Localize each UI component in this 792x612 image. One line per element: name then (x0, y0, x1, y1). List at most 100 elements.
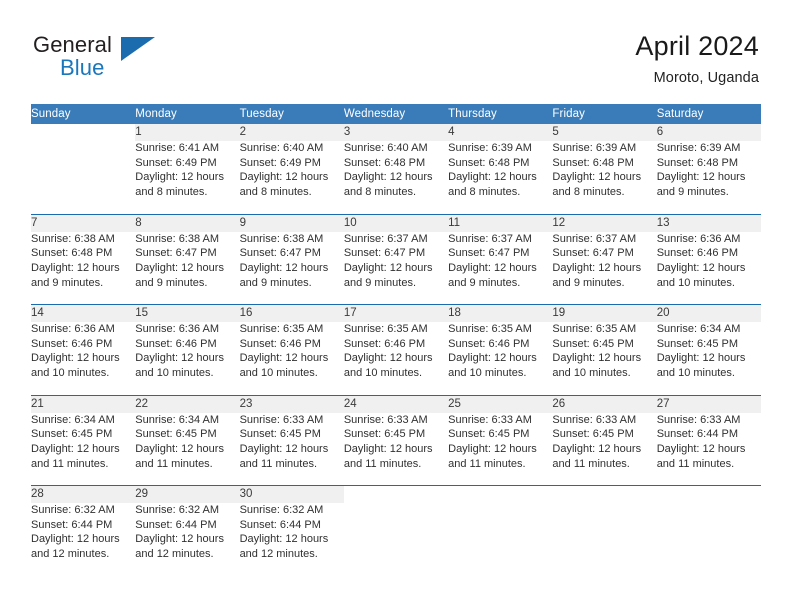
daylight-text-line2: and 9 minutes. (135, 276, 208, 289)
daylight-text-line2: and 11 minutes. (448, 457, 526, 470)
day-number-cell[interactable]: 12 (552, 213, 657, 232)
daylight-text-line2: and 8 minutes. (135, 186, 208, 199)
day-number-cell[interactable]: 5 (552, 124, 657, 141)
day-number-cell[interactable]: 17 (343, 304, 449, 322)
day-number-cell[interactable]: 27 (656, 394, 761, 413)
day-number-cell[interactable]: 7 (31, 213, 136, 232)
day-detail-cell: Sunrise: 6:32 AM Sunset: 6:44 PM Daylight:… (239, 503, 344, 576)
sunset-text: Sunset: 6:45 PM (31, 428, 113, 441)
sunset-text: Sunset: 6:45 PM (239, 428, 321, 441)
calendar-table: Sunday Monday Tuesday Wednesday Thursday… (31, 104, 761, 576)
day-number-cell[interactable]: 21 (31, 394, 136, 413)
sunrise-text: Sunrise: 6:33 AM (656, 413, 741, 426)
daylight-text-line2: and 10 minutes. (239, 367, 318, 380)
week-detail-row: Sunrise: 6:38 AM Sunset: 6:48 PM Daylight:… (31, 231, 761, 305)
day-detail-empty (448, 503, 553, 576)
day-detail-cell: Sunrise: 6:34 AM Sunset: 6:45 PM Daylight:… (135, 412, 240, 486)
week-daynumber-row: 14 15 16 17 18 19 20 (31, 304, 761, 322)
day-number-cell[interactable]: 22 (135, 394, 240, 413)
daylight-text-line2: and 10 minutes. (448, 367, 527, 380)
day-number-cell[interactable]: 29 (135, 485, 240, 503)
day-number-cell[interactable]: 18 (448, 304, 553, 322)
triangle-logo-icon (121, 37, 155, 61)
daylight-text-line2: and 11 minutes. (343, 457, 422, 470)
daylight-text-line1: Daylight: 12 hours (448, 352, 537, 365)
daylight-text-line2: and 11 minutes. (135, 457, 213, 470)
day-detail-cell: Sunrise: 6:37 AM Sunset: 6:47 PM Daylight:… (552, 231, 657, 305)
daylight-text-line1: Daylight: 12 hours (135, 171, 224, 184)
day-detail-cell: Sunrise: 6:36 AM Sunset: 6:46 PM Daylight:… (31, 322, 136, 395)
day-number-cell[interactable]: 24 (343, 394, 449, 413)
day-number-empty (31, 124, 136, 141)
daylight-text-line1: Daylight: 12 hours (239, 171, 329, 184)
sunrise-text: Sunrise: 6:32 AM (135, 504, 220, 516)
daylight-text-line1: Daylight: 12 hours (31, 261, 120, 274)
day-number-cell[interactable]: 6 (656, 124, 761, 141)
daylight-text-line2: and 9 minutes. (552, 276, 625, 289)
daylight-text-line1: Daylight: 12 hours (135, 261, 224, 274)
day-number-cell[interactable]: 8 (135, 213, 240, 232)
day-detail-cell: Sunrise: 6:33 AM Sunset: 6:45 PM Daylight:… (448, 412, 553, 486)
week-daynumber-row: 123456 (31, 124, 761, 141)
sunset-text: Sunset: 6:45 PM (448, 428, 530, 441)
day-detail-cell: Sunrise: 6:41 AM Sunset: 6:49 PM Daylight:… (135, 141, 240, 214)
day-detail-cell: Sunrise: 6:35 AM Sunset: 6:45 PM Daylight:… (552, 322, 657, 395)
page-title: April 2024 (635, 31, 759, 61)
day-number-cell[interactable]: 28 (31, 485, 136, 503)
generalblue-logo[interactable]: General Blue (33, 34, 273, 86)
day-number-cell[interactable]: 3 (343, 124, 449, 141)
daylight-text-line1: Daylight: 12 hours (239, 442, 329, 455)
sunset-text: Sunset: 6:44 PM (239, 518, 321, 531)
day-number-cell[interactable]: 13 (656, 213, 761, 232)
daylight-text-line1: Daylight: 12 hours (135, 533, 224, 546)
weekday-header-friday: Friday (552, 104, 657, 124)
sunrise-text: Sunrise: 6:35 AM (448, 323, 532, 335)
daylight-text-line2: and 10 minutes. (656, 367, 735, 380)
daylight-text-line2: and 11 minutes. (656, 457, 735, 470)
sunset-text: Sunset: 6:45 PM (656, 337, 739, 350)
day-number-empty (343, 485, 449, 503)
day-detail-cell: Sunrise: 6:39 AM Sunset: 6:48 PM Daylight:… (656, 141, 761, 214)
day-number-cell[interactable]: 20 (656, 304, 761, 322)
sunrise-text: Sunrise: 6:35 AM (552, 323, 637, 335)
sunset-text: Sunset: 6:47 PM (552, 247, 634, 260)
daylight-text-line2: and 12 minutes. (239, 548, 318, 561)
day-number-cell[interactable]: 15 (135, 304, 240, 322)
page-header: General Blue April 2024 Moroto, Uganda (0, 0, 792, 100)
day-number-cell[interactable]: 14 (31, 304, 136, 322)
day-number-cell[interactable]: 23 (239, 394, 344, 413)
day-number-cell[interactable]: 10 (343, 213, 449, 232)
day-detail-cell: Sunrise: 6:35 AM Sunset: 6:46 PM Daylight:… (343, 322, 449, 395)
daylight-text-line1: Daylight: 12 hours (343, 171, 433, 184)
daylight-text-line2: and 9 minutes. (31, 276, 104, 289)
daylight-text-line2: and 8 minutes. (239, 186, 312, 199)
sunset-text: Sunset: 6:48 PM (31, 247, 113, 260)
weekday-header-tuesday: Tuesday (239, 104, 344, 124)
week-detail-row: Sunrise: 6:41 AM Sunset: 6:49 PM Daylight:… (31, 141, 761, 214)
day-number-cell[interactable]: 26 (552, 394, 657, 413)
day-detail-cell: Sunrise: 6:33 AM Sunset: 6:45 PM Daylight:… (239, 412, 344, 486)
day-number-cell[interactable]: 16 (239, 304, 344, 322)
sunrise-text: Sunrise: 6:34 AM (135, 413, 220, 426)
day-number-cell[interactable]: 19 (552, 304, 657, 322)
day-number-cell[interactable]: 1 (135, 124, 240, 141)
day-number-cell[interactable]: 30 (239, 485, 344, 503)
daylight-text-line1: Daylight: 12 hours (448, 442, 537, 455)
day-number-cell[interactable]: 2 (239, 124, 344, 141)
daylight-text-line1: Daylight: 12 hours (343, 442, 433, 455)
day-detail-cell: Sunrise: 6:40 AM Sunset: 6:49 PM Daylight:… (239, 141, 344, 214)
day-number-cell[interactable]: 9 (239, 213, 344, 232)
sunset-text: Sunset: 6:45 PM (552, 428, 634, 441)
sunrise-text: Sunrise: 6:38 AM (31, 232, 115, 245)
day-detail-cell: Sunrise: 6:33 AM Sunset: 6:45 PM Daylight:… (552, 412, 657, 486)
day-detail-cell: Sunrise: 6:32 AM Sunset: 6:44 PM Daylight:… (31, 503, 136, 576)
calendar-page: General Blue April 2024 Moroto, Uganda S… (0, 0, 792, 612)
day-number-cell[interactable]: 4 (448, 124, 553, 141)
day-number-cell[interactable]: 25 (448, 394, 553, 413)
location-subtitle: Moroto, Uganda (653, 70, 759, 86)
sunset-text: Sunset: 6:45 PM (552, 337, 634, 350)
weekday-header-wednesday: Wednesday (343, 104, 449, 124)
daylight-text-line2: and 10 minutes. (343, 367, 423, 380)
day-number-cell[interactable]: 11 (448, 213, 553, 232)
weekday-header-row: Sunday Monday Tuesday Wednesday Thursday… (31, 104, 761, 124)
